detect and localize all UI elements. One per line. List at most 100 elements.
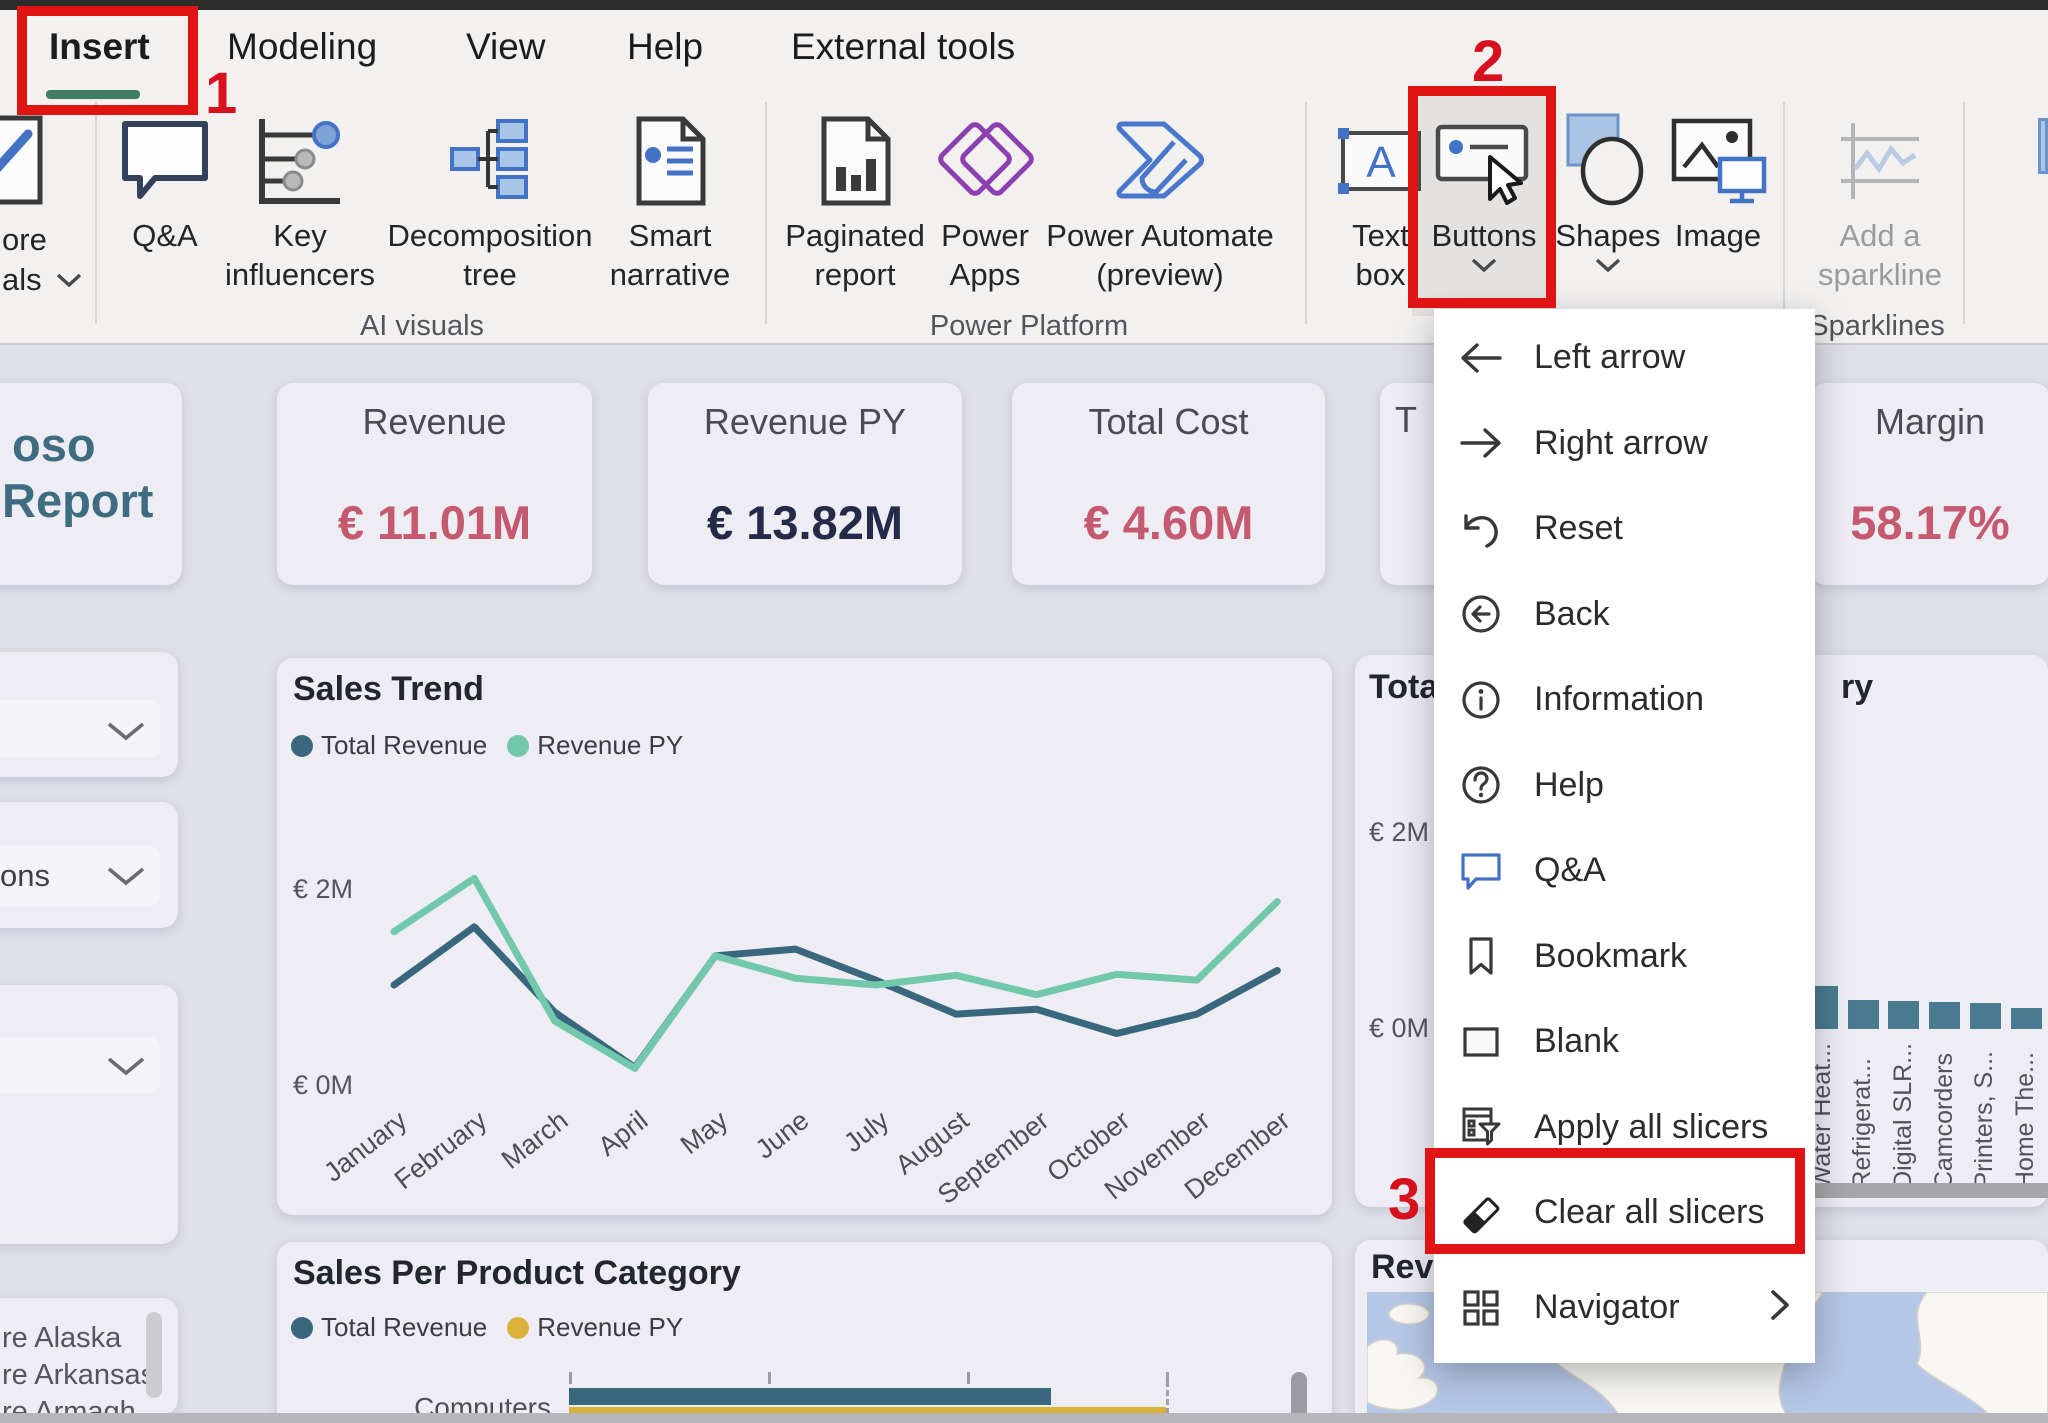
menu-item-label: Blank [1534,1022,1619,1061]
kpi-card-revenue-py: Revenue PY € 13.82M [648,383,962,585]
store-list: re Alaskare Arkansasre Armagh [2,1310,142,1413]
ribbon-item-decomposition-tree[interactable]: Decomposition tree [395,110,585,294]
menu-item-label: Bookmark [1534,937,1687,976]
statusbar-strip [0,1413,2048,1423]
ribbon-separator [765,102,767,324]
slicer-card-3 [0,985,178,1244]
kpi-card-total-cost: Total Cost € 4.60M [1012,383,1325,585]
ribbon-item-label: Power Automate (preview) [1045,216,1275,294]
kpi-value: € 4.60M [1012,495,1325,550]
bar-chart-plot [277,1242,1332,1423]
titlebar-strip [0,0,2048,10]
annotation-box-buttons [1408,86,1556,308]
ribbon-group-power-platform: Power Platform [909,310,1149,343]
chevron-down-icon[interactable] [56,273,82,287]
kpi-card-revenue: Revenue € 11.01M [277,383,592,585]
ribbon-separator [95,102,97,324]
bar [1929,1002,1960,1029]
ribbon-item-label: Paginated report [775,216,935,294]
annotation-box-clear-all-slicers [1425,1148,1805,1254]
more-visuals-icon[interactable] [0,114,76,214]
decomposition-tree-icon [450,110,530,212]
chart-scrollbar-horizontal[interactable] [1807,1183,2048,1198]
ribbon-item-label: Decomposition tree [387,216,592,294]
menu-item-label: Back [1534,595,1610,634]
back-icon [1456,591,1506,637]
ribbon-item-image[interactable]: Image [1668,110,1768,255]
ribbon-item-power-apps[interactable]: Power Apps [925,110,1045,294]
reset-icon [1456,506,1506,552]
qa-bubble-icon [1456,848,1506,894]
menu-item-back[interactable]: Back [1434,572,1815,657]
paginated-report-icon [816,110,894,212]
menu-item-help[interactable]: Help [1434,743,1815,828]
ribbon-item-label: Power Apps [925,216,1045,294]
apply-all-slicers-icon [1456,1104,1506,1150]
ribbon-separator [1783,102,1785,324]
navigator-icon [1456,1285,1506,1331]
chevron-right-icon [1769,1288,1791,1327]
ribbon-item-smart-narrative[interactable]: Smart narrative [595,110,745,294]
annotation-digit-1: 1 [205,60,237,127]
x-axis-label: Refrigerat... [1848,1039,1878,1189]
ribbon-item-label: Image [1675,216,1761,255]
store-list-item[interactable]: re Arkansas [2,1359,155,1392]
menu-item-navigator[interactable]: Navigator [1434,1265,1815,1350]
ribbon-item-power-automate[interactable]: Power Automate (preview) [1045,110,1275,294]
ribbon-item-add-sparkline: Add a sparkline [1800,110,1960,294]
partial-ribbon-icon [2038,118,2048,174]
chevron-down-icon[interactable] [106,721,146,741]
power-automate-icon [1112,110,1208,212]
chevron-down-icon[interactable] [106,866,146,886]
ribbon-separator [1305,102,1307,324]
kpi-title: Revenue [277,401,592,443]
menu-item-reset[interactable]: Reset [1434,486,1815,571]
tab-view[interactable]: View [466,26,546,68]
help-icon [1456,762,1506,808]
chevron-down-icon[interactable] [1595,258,1621,272]
menu-item-bookmark[interactable]: Bookmark [1434,914,1815,999]
menu-item-right-arrow[interactable]: Right arrow [1434,401,1815,486]
menu-item-label: Information [1534,680,1704,719]
svg-text:A: A [1366,138,1396,187]
ribbon-item-paginated-report[interactable]: Paginated report [775,110,935,294]
store-list-scrollbar[interactable] [146,1312,162,1398]
menu-item-blank[interactable]: Blank [1434,999,1815,1084]
left-arrow-icon [1456,335,1506,381]
ribbon-item-key-influencers[interactable]: Key influencers [225,110,375,294]
sales-trend-chart: Sales Trend Total Revenue Revenue PY € 2… [277,658,1332,1215]
ribbon-item-label: Shapes [1555,216,1660,255]
menu-item-left-arrow[interactable]: Left arrow [1434,315,1815,400]
more-visuals-label-fragment[interactable]: ore [2,222,47,258]
kpi-value: € 11.01M [277,495,592,550]
shapes-icon [1560,110,1656,212]
key-influencers-icon [252,110,348,212]
report-title-fragment: oso [12,417,96,472]
menu-item-information[interactable]: Information [1434,657,1815,742]
slicer-value-fragment: ons [0,858,50,894]
power-apps-icon [931,110,1039,212]
bar [1848,1000,1879,1029]
x-axis-label: Camcorders [1930,1039,1960,1189]
kpi-title-fragment: T [1395,399,1417,441]
x-axis-label: Printers, S... [1970,1039,2000,1189]
chevron-down-icon[interactable] [106,1056,146,1076]
menu-item-q-a[interactable]: Q&A [1434,828,1815,913]
sales-per-category-chart: Sales Per Product Category Total Revenue… [277,1242,1332,1423]
tab-help[interactable]: Help [627,26,703,68]
smart-narrative-icon [631,110,709,212]
ribbon-item-shapes[interactable]: Shapes [1553,110,1663,272]
tab-modeling[interactable]: Modeling [227,26,377,68]
ribbon-item-label: Add a sparkline [1800,216,1960,294]
store-list-item[interactable]: re Alaska [2,1322,121,1355]
ribbon-item-label: Key influencers [225,216,375,294]
ribbon-item-qa[interactable]: Q&A [110,110,220,255]
report-title-fragment: Report [2,473,153,528]
annotation-digit-2: 2 [1472,28,1504,95]
more-visuals-label-fragment[interactable]: als [2,262,42,298]
bar [569,1388,1051,1405]
powerbi-window: Insert Modeling View Help External tools… [0,0,2048,1423]
annotation-digit-3: 3 [1388,1166,1420,1233]
tab-external-tools[interactable]: External tools [791,26,1015,68]
kpi-title: Revenue PY [648,401,962,443]
